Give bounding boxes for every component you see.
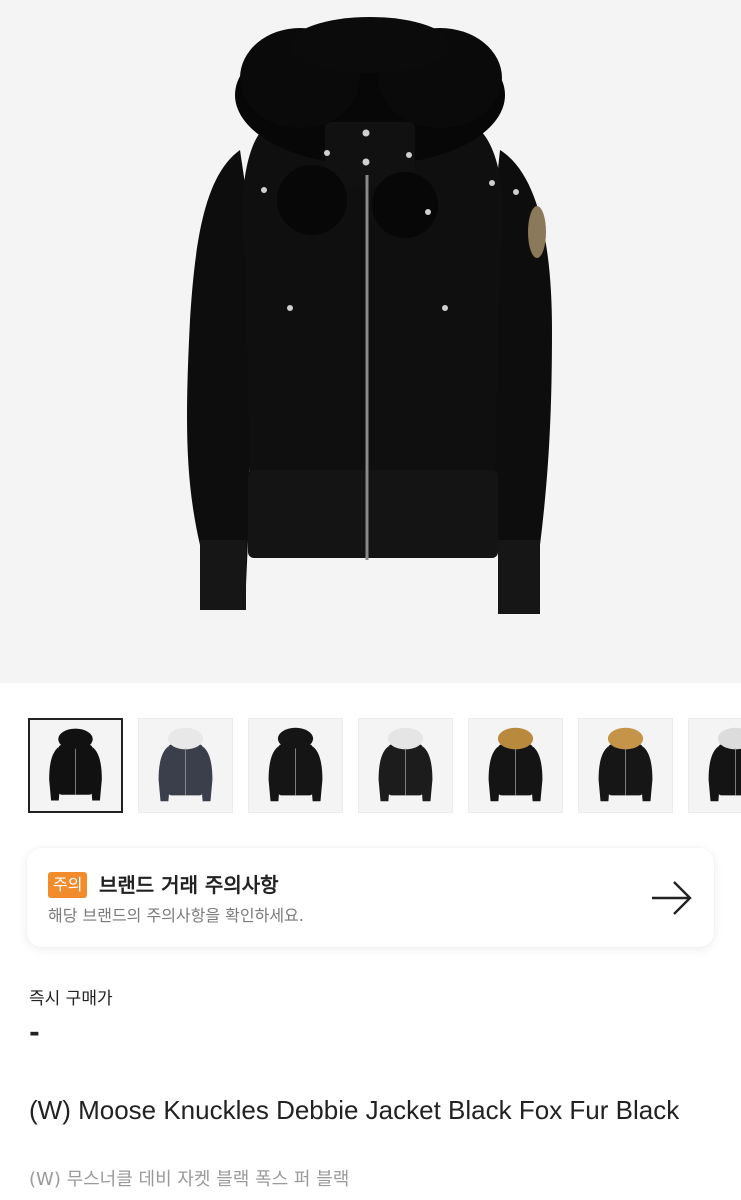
thumbnail-6[interactable] bbox=[578, 718, 673, 813]
product-title-en: (W) Moose Knuckles Debbie Jacket Black F… bbox=[29, 1095, 680, 1125]
thumbnail-5[interactable] bbox=[468, 718, 563, 813]
jacket-thumbnail-image bbox=[378, 727, 433, 802]
thumbnail-4[interactable] bbox=[358, 718, 453, 813]
notice-subtitle: 해당 브랜드의 주의사항을 확인하세요. bbox=[48, 906, 304, 925]
jacket-thumbnail-image bbox=[598, 727, 653, 802]
thumbnail-strip[interactable] bbox=[0, 683, 741, 833]
thumbnail-1[interactable] bbox=[28, 718, 123, 813]
jacket-thumbnail-image bbox=[158, 727, 213, 802]
jacket-thumbnail-image bbox=[488, 727, 543, 802]
price-value: - bbox=[29, 1018, 40, 1048]
jacket-thumbnail-image bbox=[268, 727, 323, 802]
notice-title: 브랜드 거래 주의사항 bbox=[99, 873, 279, 897]
product-title-ko: (W) 무스너클 데비 자켓 블랙 폭스 퍼 블랙 bbox=[29, 1169, 350, 1190]
jacket-image bbox=[187, 17, 552, 614]
thumbnail-7[interactable] bbox=[688, 718, 741, 813]
thumbnail-3[interactable] bbox=[248, 718, 343, 813]
jacket-thumbnail-image bbox=[49, 728, 102, 801]
arrow-right-icon[interactable] bbox=[650, 878, 694, 918]
notice-badge: 주의 bbox=[48, 872, 88, 898]
jacket-thumbnail-image bbox=[708, 727, 741, 802]
price-label: 즉시 구매가 bbox=[29, 989, 113, 1009]
thumbnail-2[interactable] bbox=[138, 718, 233, 813]
brand-notice-card[interactable]: 주의 브랜드 거래 주의사항 해당 브랜드의 주의사항을 확인하세요. bbox=[27, 848, 714, 947]
product-main-image[interactable] bbox=[0, 0, 741, 683]
